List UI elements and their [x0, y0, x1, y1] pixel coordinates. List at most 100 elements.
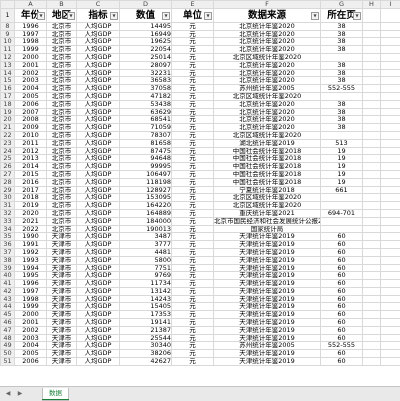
cell-region[interactable]: 北京市 [47, 209, 77, 217]
cell-region[interactable]: 天津市 [47, 334, 77, 342]
empty-cell[interactable] [363, 163, 381, 171]
cell-page[interactable]: 513 [321, 139, 363, 147]
cell-region[interactable]: 北京市 [47, 139, 77, 147]
empty-cell[interactable] [363, 147, 381, 155]
cell-value[interactable]: 164889 [120, 209, 172, 217]
cell-year[interactable]: 2012 [15, 147, 47, 155]
empty-cell[interactable] [381, 342, 400, 350]
cell-indicator[interactable]: 人均GDP [77, 116, 120, 124]
cell-page[interactable]: 60 [321, 303, 363, 311]
cell-value[interactable]: 32231 [120, 69, 172, 77]
row-number[interactable]: 14 [1, 69, 15, 77]
cell-unit[interactable]: 元 [172, 38, 214, 46]
cell-source[interactable]: 北京统计年鉴2020 [214, 69, 321, 77]
cell-year[interactable]: 1999 [15, 303, 47, 311]
cell-source[interactable]: 天津统计年鉴2019 [214, 280, 321, 288]
cell-page[interactable]: 60 [321, 256, 363, 264]
row-number[interactable]: 43 [1, 295, 15, 303]
cell-source[interactable]: 天津统计年鉴2019 [214, 334, 321, 342]
empty-cell[interactable] [381, 85, 400, 93]
cell-indicator[interactable]: 人均GDP [77, 303, 120, 311]
cell-region[interactable]: 北京市 [47, 178, 77, 186]
column-header[interactable]: A [15, 1, 47, 9]
row-number[interactable]: 13 [1, 61, 15, 69]
empty-cell[interactable] [363, 342, 381, 350]
empty-cell[interactable] [363, 280, 381, 288]
empty-cell[interactable] [363, 178, 381, 186]
header-cell-source[interactable]: 数据来源▼ [214, 8, 321, 22]
empty-cell[interactable] [381, 131, 400, 139]
cell-year[interactable]: 1993 [15, 256, 47, 264]
cell-value[interactable]: 7751 [120, 264, 172, 272]
header-cell-year[interactable]: 年份▼ [15, 8, 47, 22]
cell-indicator[interactable]: 人均GDP [77, 147, 120, 155]
cell-source[interactable]: 天津统计年鉴2019 [214, 326, 321, 334]
cell-unit[interactable]: 元 [172, 241, 214, 249]
cell-region[interactable]: 天津市 [47, 272, 77, 280]
empty-cell[interactable] [363, 30, 381, 38]
cell-unit[interactable]: 元 [172, 61, 214, 69]
cell-region[interactable]: 天津市 [47, 241, 77, 249]
empty-cell[interactable] [363, 38, 381, 46]
cell-page[interactable]: 38 [321, 46, 363, 54]
cell-region[interactable]: 北京市 [47, 186, 77, 194]
cell-indicator[interactable]: 人均GDP [77, 248, 120, 256]
cell-page[interactable] [321, 53, 363, 61]
cell-indicator[interactable]: 人均GDP [77, 202, 120, 210]
empty-cell[interactable] [381, 61, 400, 69]
row-number[interactable]: 22 [1, 131, 15, 139]
row-number[interactable]: 21 [1, 124, 15, 132]
cell-region[interactable]: 天津市 [47, 303, 77, 311]
cell-unit[interactable]: 元 [172, 124, 214, 132]
cell-unit[interactable]: 元 [172, 163, 214, 171]
cell-region[interactable]: 北京市 [47, 53, 77, 61]
cell-unit[interactable]: 元 [172, 233, 214, 241]
cell-source[interactable]: 天津统计年鉴2019 [214, 350, 321, 358]
cell-region[interactable]: 天津市 [47, 248, 77, 256]
filter-dropdown-icon[interactable]: ▼ [353, 12, 361, 20]
empty-cell[interactable] [363, 326, 381, 334]
cell-region[interactable]: 北京市 [47, 100, 77, 108]
cell-unit[interactable]: 元 [172, 147, 214, 155]
cell-indicator[interactable]: 人均GDP [77, 131, 120, 139]
cell-source[interactable]: 重庆统计年鉴2021 [214, 209, 321, 217]
cell-indicator[interactable]: 人均GDP [77, 326, 120, 334]
cell-region[interactable]: 北京市 [47, 155, 77, 163]
cell-region[interactable]: 天津市 [47, 319, 77, 327]
empty-cell[interactable] [381, 186, 400, 194]
cell-region[interactable]: 北京市 [47, 163, 77, 171]
row-number[interactable]: 15 [1, 77, 15, 85]
cell-value[interactable]: 30340 [120, 342, 172, 350]
cell-year[interactable]: 2002 [15, 326, 47, 334]
cell-page[interactable]: 38 [321, 108, 363, 116]
empty-cell[interactable] [381, 248, 400, 256]
cell-year[interactable]: 1990 [15, 233, 47, 241]
cell-indicator[interactable]: 人均GDP [77, 311, 120, 319]
cell-year[interactable]: 2011 [15, 139, 47, 147]
cell-indicator[interactable]: 人均GDP [77, 209, 120, 217]
cell-source[interactable]: 北京市国民经济和社会发展统计公报2021 [214, 217, 321, 225]
cell-source[interactable]: 湖北统计年鉴2019 [214, 139, 321, 147]
row-number[interactable]: 12 [1, 53, 15, 61]
cell-value[interactable]: 9769 [120, 272, 172, 280]
cell-unit[interactable]: 元 [172, 108, 214, 116]
cell-page[interactable]: 38 [321, 30, 363, 38]
cell-region[interactable]: 天津市 [47, 358, 77, 366]
row-number[interactable]: 28 [1, 178, 15, 186]
cell-page[interactable]: 552-555 [321, 342, 363, 350]
cell-year[interactable]: 2021 [15, 217, 47, 225]
cell-region[interactable]: 天津市 [47, 287, 77, 295]
cell-source[interactable]: 天津统计年鉴2019 [214, 311, 321, 319]
cell-unit[interactable]: 元 [172, 85, 214, 93]
cell-page[interactable]: 60 [321, 248, 363, 256]
row-number[interactable]: 10 [1, 38, 15, 46]
cell-unit[interactable]: 元 [172, 77, 214, 85]
cell-unit[interactable]: 元 [172, 225, 214, 233]
cell-source[interactable]: 天津统计年鉴2019 [214, 233, 321, 241]
cell-region[interactable]: 北京市 [47, 116, 77, 124]
cell-source[interactable]: 天津统计年鉴2019 [214, 287, 321, 295]
cell-value[interactable]: 118198 [120, 178, 172, 186]
cell-indicator[interactable]: 人均GDP [77, 217, 120, 225]
empty-cell[interactable] [381, 155, 400, 163]
cell-source[interactable]: 中国社会统计年鉴2018 [214, 155, 321, 163]
